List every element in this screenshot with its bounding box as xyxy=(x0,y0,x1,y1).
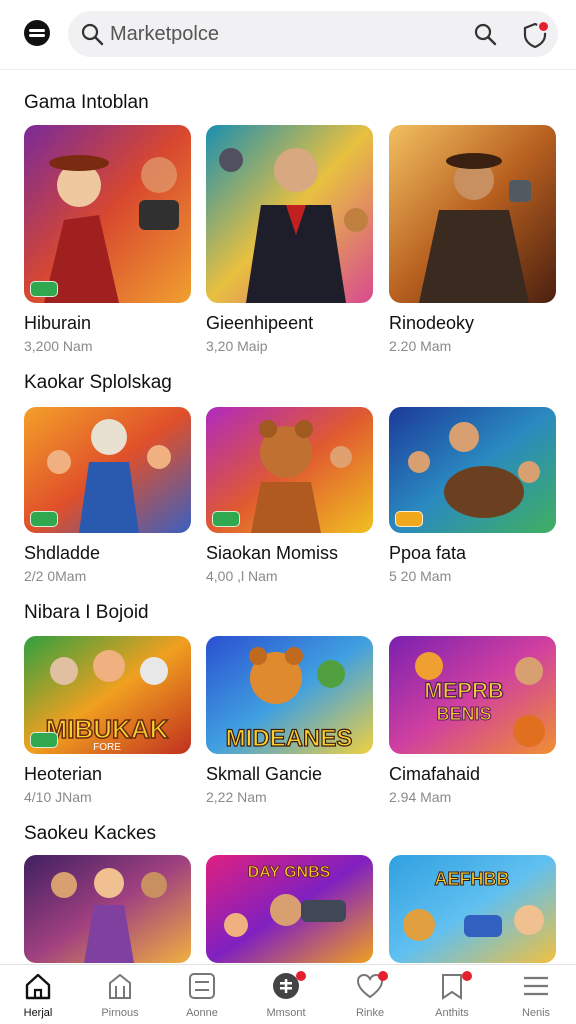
game-thumbnail: AEFHBB xyxy=(389,855,556,963)
search-icon[interactable] xyxy=(473,22,497,46)
game-card[interactable]: Gieenhipeent 3,20 Maip xyxy=(206,125,373,360)
game-card[interactable]: Siaokan Momiss 4,00 ,l Nam xyxy=(206,407,373,587)
game-thumbnail xyxy=(24,125,191,303)
art-title-text: AEFHBB xyxy=(435,869,510,889)
bottom-navigation: Herjal Pirnous Aonne Mmsont Rinke Anthit… xyxy=(0,964,576,1024)
nav-label: Rinke xyxy=(355,1007,385,1019)
game-card[interactable]: MEPRB BENIS Cimafahaid 2.94 Mam xyxy=(389,636,556,808)
section-title: Saokeu Kackes xyxy=(24,823,157,844)
nav-home[interactable]: Herjal xyxy=(2,971,74,1023)
top-bar xyxy=(0,0,576,70)
grid-icon xyxy=(189,973,215,999)
search-icon xyxy=(81,23,104,46)
nav-grid[interactable]: Aonne xyxy=(166,971,238,1023)
game-meta: 2.94 Mam xyxy=(389,789,452,805)
nav-chat[interactable]: Mmsont xyxy=(250,971,322,1023)
notification-dot xyxy=(537,20,550,33)
game-thumbnail xyxy=(24,855,191,963)
status-badge xyxy=(212,511,240,527)
game-thumbnail xyxy=(206,407,373,533)
game-meta: 4/10 JNam xyxy=(24,789,92,805)
game-thumbnail: DAY GNBS xyxy=(206,855,373,963)
notification-dot xyxy=(462,971,472,981)
game-meta: 3,200 Nam xyxy=(24,338,93,354)
game-card[interactable]: Ppoa fata 5 20 Mam xyxy=(389,407,556,587)
game-card[interactable]: MIDEANES Skmall Gancie 2,22 Nam xyxy=(206,636,373,808)
game-thumbnail xyxy=(389,407,556,533)
nav-label: Aonne xyxy=(186,1007,218,1019)
search-input[interactable] xyxy=(110,19,410,49)
game-name: Gieenhipeent xyxy=(206,313,314,333)
game-card[interactable]: AEFHBB xyxy=(389,855,556,963)
game-meta: 3,20 Maip xyxy=(206,338,268,354)
nav-label: Nenis xyxy=(521,1007,551,1019)
art-title-text: MIDEANES xyxy=(226,725,353,752)
game-thumbnail: MIBUKAK FORE xyxy=(24,636,191,754)
game-thumbnail: MIDEANES xyxy=(206,636,373,754)
game-name: Heoterian xyxy=(24,764,103,784)
nav-menu[interactable]: Nenis xyxy=(500,971,572,1023)
status-badge xyxy=(30,732,58,748)
nav-favorites[interactable]: Rinke xyxy=(334,971,406,1023)
nav-label: Mmsont xyxy=(266,1007,306,1019)
art-title-text: DAY GNBS xyxy=(248,864,331,881)
game-card[interactable]: Hiburain 3,200 Nam xyxy=(24,125,191,360)
shield-notification-icon[interactable] xyxy=(520,20,550,50)
section-title: Kaokar Splolskag xyxy=(24,372,172,393)
game-name: Ppoa fata xyxy=(389,543,467,563)
game-card[interactable]: Rinodeoky 2.20 Mam xyxy=(389,125,556,360)
game-thumbnail xyxy=(389,125,556,303)
game-name: Siaokan Momiss xyxy=(206,543,339,563)
game-thumbnail xyxy=(24,407,191,533)
art-subtitle-text: BENIS xyxy=(436,704,491,724)
status-badge xyxy=(395,511,423,527)
game-name: Rinodeoky xyxy=(389,313,475,333)
game-meta: 2/2 0Mam xyxy=(24,568,87,584)
game-thumbnail: MEPRB BENIS xyxy=(389,636,556,754)
notification-dot xyxy=(296,971,306,981)
game-thumbnail xyxy=(206,125,373,303)
game-meta: 4,00 ,l Nam xyxy=(206,568,278,584)
game-name: Cimafahaid xyxy=(389,764,481,784)
search-bar xyxy=(68,11,558,57)
section-title: Gama Intoblan xyxy=(24,92,149,113)
store-icon xyxy=(109,973,131,999)
nav-saved[interactable]: Anthits xyxy=(416,971,488,1023)
hamburger-icon xyxy=(524,976,548,996)
game-meta: 5 20 Mam xyxy=(389,568,452,584)
nav-label: Anthits xyxy=(435,1007,469,1019)
game-name: Skmall Gancie xyxy=(206,764,323,784)
art-title-text: MIBUKAK xyxy=(46,714,169,744)
nav-label: Pirnous xyxy=(101,1007,139,1019)
game-meta: 2,22 Nam xyxy=(206,789,267,805)
status-badge xyxy=(30,281,58,297)
menu-icon[interactable] xyxy=(22,18,52,48)
home-icon xyxy=(25,973,51,1000)
game-name: Shdladde xyxy=(24,543,101,563)
section-title: Nibara I Bojoid xyxy=(24,602,149,623)
game-card[interactable]: Shdladde 2/2 0Mam xyxy=(24,407,191,587)
status-badge xyxy=(30,511,58,527)
notification-dot xyxy=(378,971,388,981)
art-subtitle-text: FORE xyxy=(93,742,121,753)
nav-label: Herjal xyxy=(23,1007,53,1019)
game-meta: 2.20 Mam xyxy=(389,338,452,354)
game-card[interactable]: MIBUKAK FORE Heoterian 4/10 JNam xyxy=(24,636,191,808)
nav-store[interactable]: Pirnous xyxy=(84,971,156,1023)
art-title-text: MEPRB xyxy=(424,678,503,703)
game-name: Hiburain xyxy=(24,313,92,333)
game-card[interactable]: DAY GNBS xyxy=(206,855,373,963)
game-card[interactable] xyxy=(24,855,191,963)
